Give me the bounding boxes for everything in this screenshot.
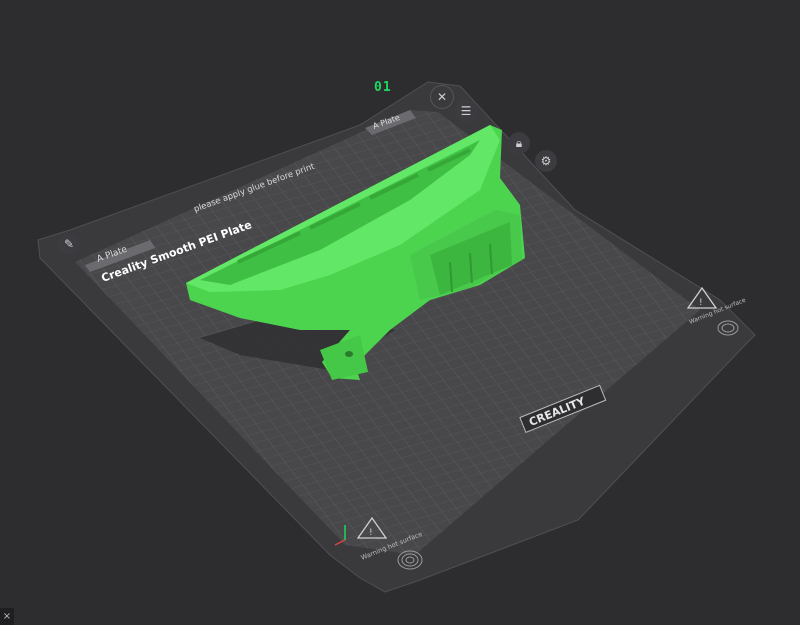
window-close-icon[interactable]: × — [0, 608, 14, 625]
svg-text:!: ! — [369, 528, 373, 538]
arrange-button[interactable]: ☰ — [455, 100, 477, 122]
close-icon: ✕ — [436, 90, 448, 104]
gear-icon: ⚙ — [540, 154, 552, 168]
build-plate-scene[interactable]: A Plate A Plate please apply glue before… — [0, 0, 800, 625]
plate-number: 01 — [374, 80, 392, 95]
pencil-icon: ✎ — [63, 237, 75, 251]
settings-button[interactable]: ⚙ — [535, 150, 557, 172]
svg-text:!: ! — [699, 298, 703, 308]
lock-icon: 🔒︎ — [515, 135, 523, 150]
close-plate-button[interactable]: ✕ — [430, 85, 454, 109]
edit-plate-name-button[interactable]: ✎ — [58, 233, 80, 255]
lock-button[interactable]: 🔒︎ — [508, 132, 530, 154]
list-icon: ☰ — [460, 104, 472, 118]
